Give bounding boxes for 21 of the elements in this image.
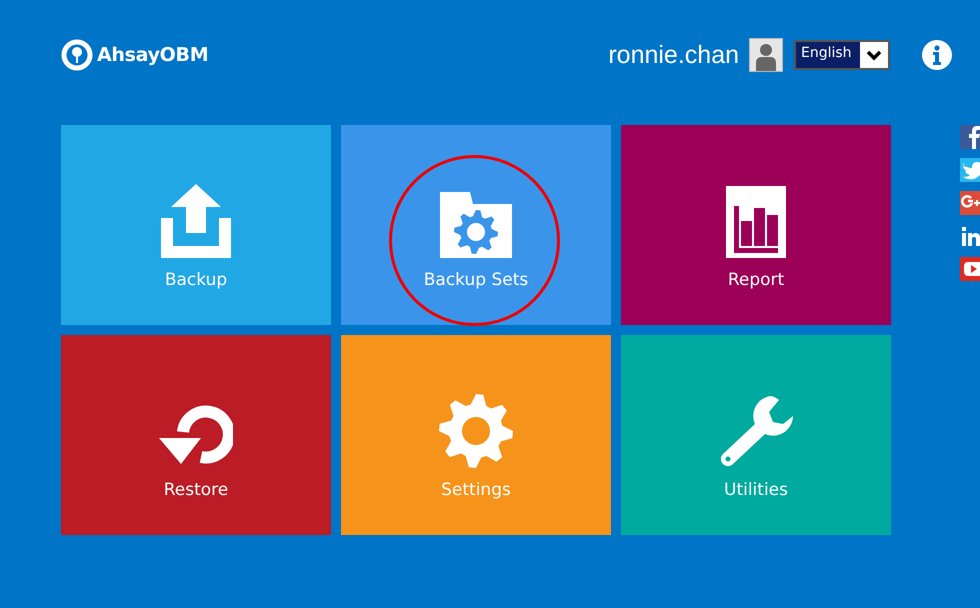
upload-icon	[161, 184, 231, 258]
language-dropdown[interactable]: English	[794, 40, 890, 70]
linkedin-icon[interactable]	[960, 224, 980, 248]
menu-tile[interactable]: Backup	[61, 125, 331, 325]
menu-tile[interactable]: Restore	[61, 335, 331, 535]
google-plus-icon[interactable]	[960, 191, 980, 215]
gear-icon	[439, 394, 513, 468]
username: ronnie.chan	[608, 40, 739, 70]
bar-chart-icon	[726, 186, 786, 258]
avatar-icon[interactable]	[749, 38, 783, 72]
menu-tile[interactable]: Utilities	[621, 335, 891, 535]
menu-tile[interactable]: Settings	[341, 335, 611, 535]
info-icon[interactable]	[922, 40, 952, 70]
logo-text: AhsayOBM	[97, 44, 208, 66]
menu-tile[interactable]: Report	[621, 125, 891, 325]
folder-gear-icon	[440, 192, 512, 258]
youtube-icon[interactable]	[960, 257, 980, 281]
logo-icon	[61, 39, 93, 71]
facebook-icon[interactable]	[960, 125, 980, 149]
menu-tile[interactable]: Backup Sets	[341, 125, 611, 325]
wrench-icon	[719, 396, 793, 468]
